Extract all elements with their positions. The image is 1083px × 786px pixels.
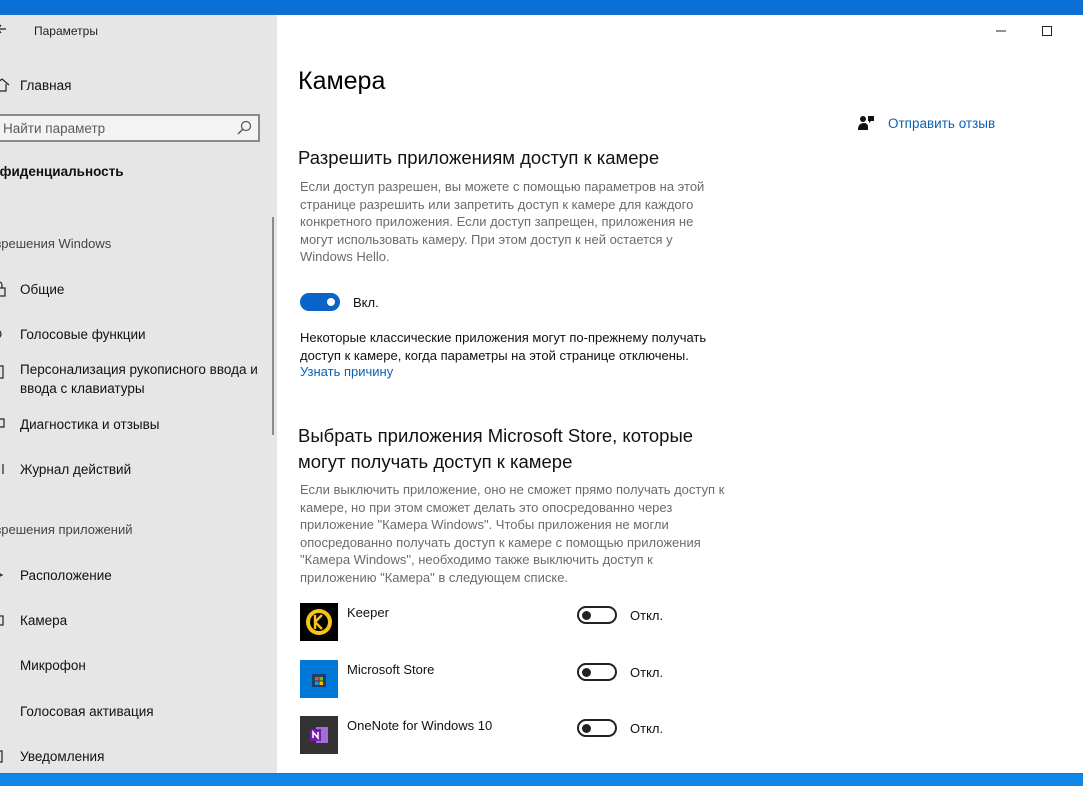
location-icon	[0, 567, 11, 583]
section-heading-text: Конфиденциальность	[0, 164, 124, 179]
notifications-icon	[0, 748, 11, 764]
title-bar: Параметры	[0, 15, 277, 47]
sidebar-item-speech[interactable]: Голосовые функции	[0, 324, 277, 344]
camera-access-toggle-row: Вкл.	[300, 293, 379, 311]
close-button[interactable]	[1070, 15, 1083, 47]
sidebar-item-label: Персонализация рукописного ввода и ввода…	[20, 362, 258, 396]
minimize-button[interactable]	[978, 15, 1024, 47]
main-content: Камера Отправить отзыв Разрешить приложе…	[277, 15, 1083, 773]
sidebar-item-label: Голосовая активация	[20, 703, 154, 719]
voice-activation-icon	[0, 703, 11, 719]
feedback-link[interactable]: Отправить отзыв	[858, 115, 995, 131]
app-toggle-state: Откл.	[630, 720, 664, 736]
sidebar-item-inking[interactable]: Персонализация рукописного ввода и ввода…	[0, 360, 277, 400]
sidebar-item-label: Микрофон	[20, 657, 86, 673]
sidebar-item-label: Диагностика и отзывы	[20, 416, 160, 432]
sidebar-item-general[interactable]: Общие	[0, 279, 277, 299]
speech-icon	[0, 326, 11, 342]
page-title: Камера	[298, 67, 386, 95]
group-label-app-permissions: Разрешения приложений	[0, 522, 133, 537]
sidebar-item-label: Голосовые функции	[20, 326, 146, 342]
section-heading: Конфиденциальность	[0, 164, 124, 179]
app-name: OneNote for Windows 10	[347, 718, 493, 733]
app-toggle-row: Откл.	[577, 663, 663, 681]
learn-why-link[interactable]: Узнать причину	[300, 364, 393, 379]
sidebar-item-location[interactable]: Расположение	[0, 565, 277, 585]
sidebar-item-label: Камера	[20, 612, 68, 628]
sidebar: Параметры Главная Конфиденциальность Раз…	[0, 15, 277, 773]
app-toggle-row: Откл.	[577, 719, 663, 737]
sidebar-item-camera[interactable]: Камера	[0, 610, 277, 630]
search-icon[interactable]	[236, 119, 252, 137]
sidebar-item-label: Расположение	[20, 567, 112, 583]
access-description: Если доступ разрешен, вы можете с помощь…	[300, 179, 705, 264]
keeper-icon	[300, 603, 338, 641]
app-toggle-state: Откл.	[630, 607, 664, 623]
onenote-camera-toggle[interactable]	[577, 719, 617, 737]
maximize-icon	[1042, 26, 1052, 36]
sidebar-item-label: Уведомления	[20, 748, 105, 764]
sidebar-scrollbar[interactable]	[272, 217, 274, 435]
microsoft-store-icon	[300, 660, 338, 698]
minimize-icon	[996, 30, 1006, 32]
back-arrow-icon[interactable]	[0, 22, 7, 39]
microphone-icon	[0, 657, 11, 673]
keeper-camera-toggle[interactable]	[577, 606, 617, 624]
onenote-icon	[300, 716, 338, 754]
nav-home-label: Главная	[20, 77, 72, 93]
store-apps-heading: Выбрать приложения Microsoft Store, кото…	[298, 425, 694, 472]
search-input[interactable]	[3, 119, 228, 137]
window-controls	[978, 15, 1083, 47]
app-name: Microsoft Store	[347, 662, 435, 677]
app-name: Keeper	[347, 605, 389, 620]
maximize-button[interactable]	[1024, 15, 1070, 47]
sidebar-item-activity-history[interactable]: Журнал действий	[0, 459, 277, 479]
feedback-person-icon	[858, 115, 874, 131]
nav-home[interactable]: Главная	[0, 71, 277, 99]
sidebar-item-voice-activation[interactable]: Голосовая активация	[0, 701, 277, 721]
feedback-link-label: Отправить отзыв	[888, 115, 996, 131]
store-apps-description: Если выключить приложение, оно не сможет…	[300, 482, 725, 585]
settings-window: Параметры Главная Конфиденциальность Раз…	[0, 14, 1083, 774]
app-row-microsoft-store: Microsoft Store Откл.	[300, 660, 700, 700]
app-title: Параметры	[34, 24, 98, 38]
app-row-onenote: OneNote for Windows 10 Откл.	[300, 716, 700, 756]
sidebar-item-label: Общие	[20, 281, 65, 297]
feedback-icon	[0, 416, 11, 432]
camera-icon	[0, 612, 11, 628]
history-icon	[0, 461, 11, 477]
camera-access-toggle[interactable]	[300, 293, 340, 311]
sidebar-item-diagnostics[interactable]: Диагностика и отзывы	[0, 414, 277, 434]
lock-icon	[0, 281, 11, 297]
access-heading: Разрешить приложениям доступ к камере	[298, 147, 660, 168]
home-icon	[0, 77, 11, 93]
search-box[interactable]	[0, 114, 260, 142]
group-label-windows-permissions: Разрешения Windows	[0, 236, 112, 251]
app-toggle-state: Откл.	[630, 664, 664, 680]
microsoft-store-camera-toggle[interactable]	[577, 663, 617, 681]
app-toggle-row: Откл.	[577, 606, 663, 624]
camera-access-toggle-state: Вкл.	[353, 294, 379, 310]
sidebar-item-microphone[interactable]: Микрофон	[0, 655, 277, 675]
pen-icon	[0, 364, 11, 380]
sidebar-item-notifications[interactable]: Уведомления	[0, 746, 277, 766]
classic-apps-note: Некоторые классические приложения могут …	[300, 330, 707, 363]
app-row-keeper: Keeper Откл.	[300, 603, 700, 643]
sidebar-item-label: Журнал действий	[20, 461, 132, 477]
